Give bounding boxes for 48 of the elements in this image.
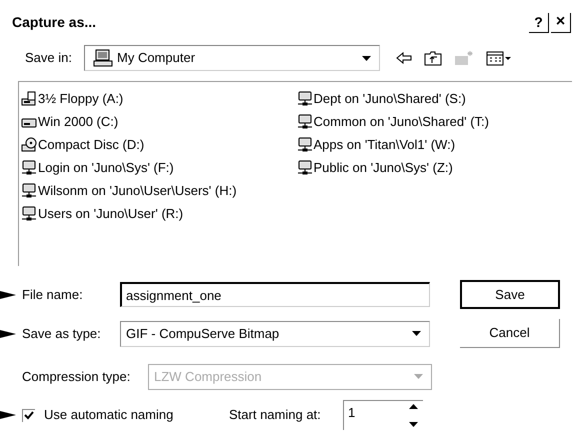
start-naming-label: Start naming at:: [229, 406, 322, 424]
window-title: Capture as...: [12, 13, 96, 32]
computer-icon: [93, 49, 113, 67]
automatic-naming-label: Use automatic naming: [44, 406, 174, 424]
up-folder-icon[interactable]: [424, 50, 442, 66]
network-drive-icon: [21, 160, 37, 176]
close-button[interactable]: ×: [551, 12, 571, 32]
pointer-arrow-icon: [0, 411, 16, 419]
cancel-button[interactable]: Cancel: [460, 319, 560, 348]
network-drive-icon: [21, 182, 37, 198]
drive-item[interactable]: Users on 'Juno\User' (R:): [21, 202, 296, 225]
network-drive-icon: [296, 114, 312, 130]
cd-drive-icon: [21, 136, 37, 152]
automatic-naming-checkbox[interactable]: [22, 408, 35, 422]
drive-item[interactable]: Login on 'Juno\Sys' (F:): [21, 156, 296, 179]
drive-item[interactable]: Win 2000 (C:): [21, 110, 296, 133]
compression-type-label: Compression type:: [22, 368, 132, 386]
drive-item[interactable]: Public on 'Juno\Sys' (Z:): [296, 156, 572, 179]
save-as-type-label: Save as type:: [22, 324, 102, 343]
pointer-arrow-icon: [0, 330, 16, 338]
save-as-type-dropdown[interactable]: GIF - CompuServe Bitmap: [120, 320, 430, 346]
file-name-label: File name:: [22, 286, 84, 304]
drive-item[interactable]: 3½ Floppy (A:): [21, 87, 296, 110]
network-drive-icon: [21, 206, 37, 222]
dropdown-arrow-icon: [362, 56, 371, 60]
back-arrow-icon[interactable]: [396, 52, 412, 64]
dropdown-arrow-icon: [412, 331, 421, 336]
start-naming-spinner[interactable]: 1: [343, 400, 423, 430]
dropdown-value: My Computer: [117, 49, 196, 68]
drive-item[interactable]: Apps on 'Titan\Vol1' (W:): [296, 133, 572, 156]
network-drive-icon: [296, 90, 312, 106]
drive-item[interactable]: Compact Disc (D:): [21, 133, 296, 156]
drive-item[interactable]: Dept on 'Juno\Shared' (S:): [296, 87, 572, 110]
save-in-dropdown[interactable]: My Computer: [84, 45, 380, 71]
save-button[interactable]: Save: [460, 280, 560, 309]
drive-item[interactable]: Common on 'Juno\Shared' (T:): [296, 110, 572, 133]
file-name-field[interactable]: assignment_one: [120, 282, 430, 307]
network-drive-icon: [296, 136, 312, 152]
floppy-drive-icon: [21, 90, 37, 106]
save-in-label: Save in:: [25, 49, 73, 68]
help-button[interactable]: ?: [529, 12, 549, 32]
drive-item[interactable]: Wilsonm on 'Juno\User\Users' (H:): [21, 179, 296, 202]
network-drive-icon: [296, 160, 312, 176]
view-menu-icon[interactable]: [486, 50, 512, 66]
spin-down-icon[interactable]: [408, 422, 418, 427]
pointer-arrow-icon: [0, 290, 16, 298]
dropdown-arrow-icon: [414, 374, 423, 379]
spin-up-icon[interactable]: [408, 404, 418, 409]
